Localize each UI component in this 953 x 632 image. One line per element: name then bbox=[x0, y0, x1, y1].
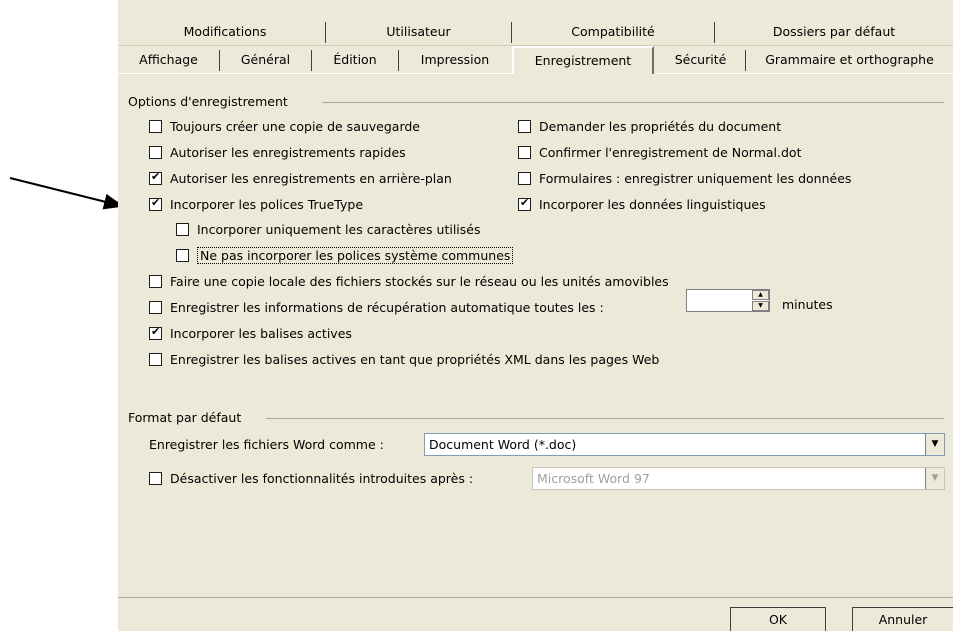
checkbox-label: Enregistrer les balises actives en tant … bbox=[170, 352, 660, 367]
chevron-down-icon[interactable]: ▼ bbox=[925, 468, 944, 489]
save-as-select[interactable]: Document Word (*.doc) ▼ bbox=[424, 433, 945, 456]
checkbox-autorecover[interactable]: Enregistrer les informations de récupéra… bbox=[149, 300, 604, 315]
checkbox-embed-used-chars[interactable]: Incorporer uniquement les caractères uti… bbox=[176, 222, 481, 237]
checkbox-embed-linguistic[interactable]: Incorporer les données linguistiques bbox=[518, 196, 766, 212]
tab-dossiers-par-defaut[interactable]: Dossiers par défaut bbox=[715, 21, 953, 43]
checkbox-box[interactable] bbox=[518, 120, 531, 133]
checkbox-local-copy[interactable]: Faire une copie locale des fichiers stoc… bbox=[149, 274, 669, 289]
ok-button[interactable]: OK bbox=[730, 607, 826, 631]
checkbox-label: Toujours créer une copie de sauvegarde bbox=[170, 119, 420, 134]
checkbox-label: Ne pas incorporer les polices système co… bbox=[197, 247, 514, 264]
tab-separator bbox=[714, 22, 715, 43]
checkbox-label: Incorporer uniquement les caractères uti… bbox=[197, 222, 481, 237]
checkbox-box[interactable] bbox=[149, 325, 162, 340]
checkbox-box[interactable] bbox=[149, 196, 162, 211]
tab-impression[interactable]: Impression bbox=[399, 49, 511, 71]
checkbox-box[interactable] bbox=[149, 170, 162, 185]
checkbox-disable-features[interactable]: Désactiver les fonctionnalités introduit… bbox=[149, 471, 473, 486]
checkbox-box[interactable] bbox=[176, 223, 189, 236]
default-format-legend: Format par défaut bbox=[128, 410, 242, 425]
tab-enregistrement[interactable]: Enregistrement bbox=[512, 46, 654, 74]
annotation-arrow bbox=[9, 177, 124, 210]
group-divider bbox=[266, 418, 944, 419]
checkbox-always-backup[interactable]: Toujours créer une copie de sauvegarde bbox=[149, 119, 420, 134]
tab-edition[interactable]: Édition bbox=[312, 49, 398, 71]
checkbox-label: Désactiver les fonctionnalités introduit… bbox=[170, 471, 474, 486]
tab-separator bbox=[398, 50, 399, 71]
tab-compatibilite[interactable]: Compatibilité bbox=[512, 21, 714, 43]
checkbox-box[interactable] bbox=[149, 120, 162, 133]
checkbox-box[interactable] bbox=[518, 196, 531, 211]
group-divider bbox=[322, 102, 944, 103]
checkbox-forms-data-only[interactable]: Formulaires : enregistrer uniquement les… bbox=[518, 171, 851, 186]
checkbox-smart-tags-xml[interactable]: Enregistrer les balises actives en tant … bbox=[149, 352, 659, 367]
checkbox-label: Demander les propriétés du document bbox=[539, 119, 782, 134]
checkbox-label: Autoriser les enregistrements en arrière… bbox=[170, 171, 452, 186]
save-as-value: Document Word (*.doc) bbox=[429, 437, 577, 452]
checkbox-smart-tags[interactable]: Incorporer les balises actives bbox=[149, 325, 352, 341]
checkbox-box[interactable] bbox=[518, 146, 531, 159]
checkbox-box[interactable] bbox=[149, 275, 162, 288]
checkbox-label: Incorporer les balises actives bbox=[170, 326, 352, 341]
spin-down-button[interactable]: ▼ bbox=[752, 301, 769, 311]
checkbox-label: Incorporer les polices TrueType bbox=[170, 197, 364, 212]
checkbox-label: Autoriser les enregistrements rapides bbox=[170, 145, 406, 160]
tab-securite[interactable]: Sécurité bbox=[656, 49, 745, 71]
cancel-button[interactable]: Annuler bbox=[852, 607, 953, 631]
minutes-label: minutes bbox=[782, 297, 833, 312]
checkbox-label: Formulaires : enregistrer uniquement les… bbox=[539, 171, 852, 186]
checkbox-no-common-fonts[interactable]: Ne pas incorporer les polices système co… bbox=[176, 247, 514, 264]
checkbox-label: Confirmer l'enregistrement de Normal.dot bbox=[539, 145, 802, 160]
tab-panel-top-border bbox=[118, 73, 512, 74]
tab-panel-top-border bbox=[656, 73, 953, 74]
disable-after-select[interactable]: Microsoft Word 97 ▼ bbox=[532, 467, 945, 490]
panel-bottom-border bbox=[118, 597, 953, 598]
tab-separator bbox=[745, 50, 746, 71]
tab-separator bbox=[219, 50, 220, 71]
checkbox-box[interactable] bbox=[149, 472, 162, 485]
checkbox-label: Faire une copie locale des fichiers stoc… bbox=[170, 274, 669, 289]
autorecover-minutes-spinner[interactable]: ▲ ▼ bbox=[686, 289, 770, 312]
checkbox-box[interactable] bbox=[518, 172, 531, 185]
tab-separator bbox=[511, 22, 512, 43]
tab-utilisateur[interactable]: Utilisateur bbox=[326, 21, 511, 43]
checkbox-embed-truetype[interactable]: Incorporer les polices TrueType bbox=[149, 196, 364, 212]
tab-modifications[interactable]: Modifications bbox=[125, 21, 325, 43]
spin-up-button[interactable]: ▲ bbox=[752, 290, 769, 300]
checkbox-prompt-properties[interactable]: Demander les propriétés du document bbox=[518, 119, 781, 134]
save-options-legend: Options d'enregistrement bbox=[128, 94, 288, 109]
checkbox-label: Enregistrer les informations de récupéra… bbox=[170, 300, 604, 315]
checkbox-fast-saves[interactable]: Autoriser les enregistrements rapides bbox=[149, 145, 406, 160]
tab-grammaire-orthographe[interactable]: Grammaire et orthographe bbox=[746, 49, 953, 71]
checkbox-confirm-normal[interactable]: Confirmer l'enregistrement de Normal.dot bbox=[518, 145, 801, 160]
chevron-down-icon[interactable]: ▼ bbox=[925, 434, 944, 455]
checkbox-box[interactable] bbox=[149, 353, 162, 366]
disable-after-value: Microsoft Word 97 bbox=[537, 471, 650, 486]
tab-separator bbox=[311, 50, 312, 71]
checkbox-box[interactable] bbox=[149, 146, 162, 159]
save-as-label: Enregistrer les fichiers Word comme : bbox=[149, 437, 384, 452]
tab-affichage[interactable]: Affichage bbox=[118, 49, 219, 71]
checkbox-box[interactable] bbox=[149, 301, 162, 314]
checkbox-label: Incorporer les données linguistiques bbox=[539, 197, 766, 212]
tab-separator bbox=[325, 22, 326, 43]
checkbox-background-saves[interactable]: Autoriser les enregistrements en arrière… bbox=[149, 170, 452, 186]
tab-general[interactable]: Général bbox=[220, 49, 311, 71]
checkbox-box[interactable] bbox=[176, 249, 189, 262]
